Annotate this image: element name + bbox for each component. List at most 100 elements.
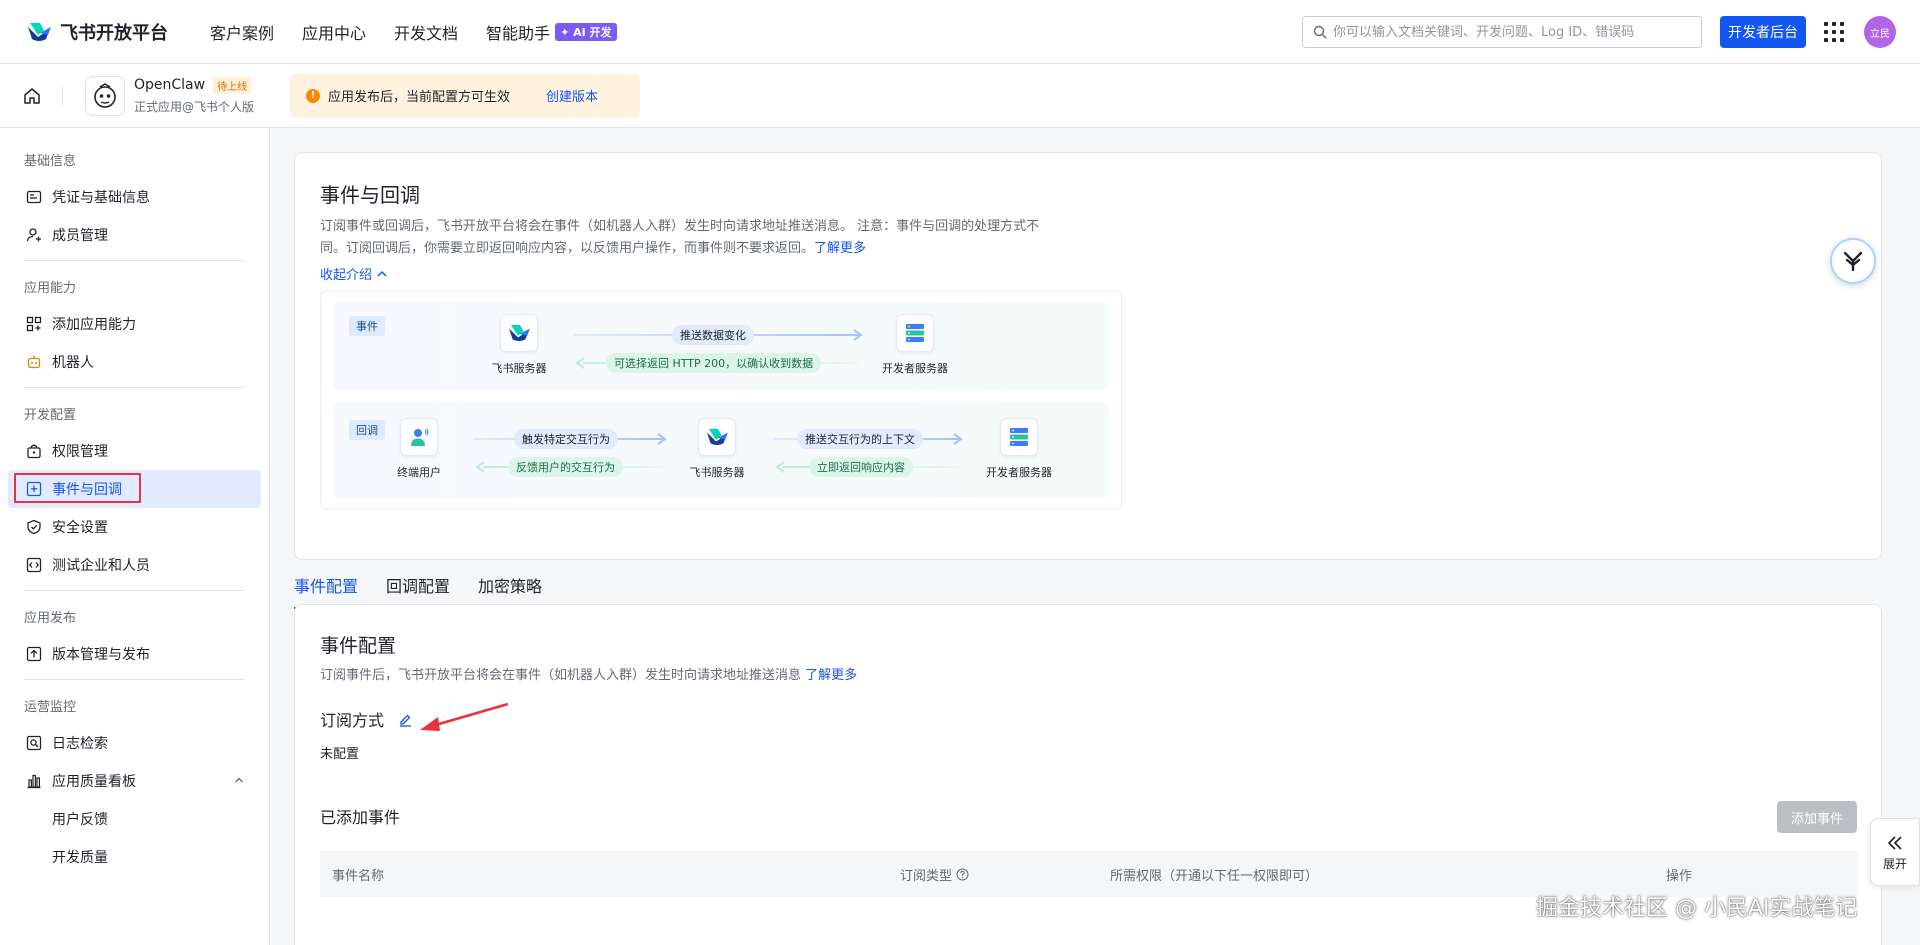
annotation-arrow-icon: [420, 702, 509, 731]
column-header: 事件名称: [332, 868, 385, 884]
create-version-link[interactable]: 创建版本: [546, 86, 598, 105]
sidebar-item-label: 权限管理: [52, 444, 108, 460]
event-callback-diagram: 事件 飞书服务器 推送数据变化 可选择返回 HTTP 200，以确认收到数据 开…: [320, 291, 1122, 509]
sidebar-item-label: 应用质量看板: [52, 774, 136, 790]
user-avatar[interactable]: 立民: [1864, 16, 1896, 48]
sidebar-item-label: 测试企业和人员: [52, 558, 150, 574]
help-icon[interactable]: [956, 868, 969, 881]
home-icon[interactable]: [22, 86, 42, 106]
warning-icon: !: [306, 88, 321, 103]
double-chevron-left-icon: [1887, 835, 1902, 850]
publish-notice: ! 应用发布后，当前配置方可生效 创建版本: [290, 73, 641, 118]
server-icon: [906, 324, 924, 342]
node-label: 开发者服务器: [986, 466, 1052, 479]
arrow-head-icon: [575, 357, 585, 369]
ai-assistant-float-button[interactable]: [1830, 238, 1876, 284]
learn-more-link[interactable]: 了解更多: [805, 668, 857, 683]
developer-server-node: 开发者服务器: [969, 418, 1069, 480]
apps-grid-icon[interactable]: [1824, 22, 1844, 42]
apps-add-icon: [26, 316, 42, 332]
feishu-logo-icon: [707, 428, 728, 446]
nav-app-center[interactable]: 应用中心: [302, 20, 366, 44]
nav-cases[interactable]: 客户案例: [210, 20, 274, 44]
arrow-head-icon: [657, 433, 667, 445]
notice-text: 应用发布后，当前配置方可生效: [328, 90, 511, 105]
sidebar-item-dev-quality[interactable]: 开发质量: [0, 838, 269, 876]
app-info: OpenClaw 待上线 正式应用@飞书个人版: [134, 76, 255, 115]
node-label: 飞书服务器: [689, 466, 745, 479]
arrow-head-icon: [953, 433, 963, 445]
sidebar-item-security[interactable]: 安全设置: [0, 508, 269, 546]
brand[interactable]: 飞书开放平台: [26, 19, 168, 45]
sidebar: 基础信息 凭证与基础信息 成员管理 应用能力 添加应用能力 机器人 开发配置 权…: [0, 128, 270, 945]
feishu-logo-icon: [509, 324, 530, 342]
nav-assistant-label: 智能助手: [486, 23, 551, 43]
status-badge: 待上线: [213, 76, 252, 94]
top-nav: 飞书开放平台 客户案例 应用中心 开发文档 智能助手✦ AI 开发 开发者后台 …: [0, 0, 1920, 64]
app-subtitle: 正式应用@飞书个人版: [134, 99, 255, 114]
sidebar-item-feedback[interactable]: 用户反馈: [0, 800, 269, 838]
app-name: OpenClaw: [134, 77, 206, 93]
app-avatar: [85, 75, 125, 116]
flow-label: 反馈用户的交互行为: [508, 457, 623, 477]
sidebar-item-version[interactable]: 版本管理与发布: [0, 635, 269, 673]
add-event-button[interactable]: 添加事件: [1777, 801, 1857, 833]
sidebar-item-label: 日志检索: [52, 736, 108, 752]
collapse-intro-toggle[interactable]: 收起介绍: [320, 264, 1039, 283]
user-icon: [411, 428, 429, 446]
sidebar-item-credentials[interactable]: 凭证与基础信息: [0, 178, 269, 216]
watermark: 掘金技术社区 @ 小民AI实战笔记: [1536, 896, 1858, 921]
subscription-status: 未配置: [320, 747, 360, 762]
column-header-sub-type: 订阅类型: [900, 865, 969, 884]
robot-icon: [26, 354, 42, 370]
log-search-icon: [26, 735, 42, 751]
chevron-up-icon[interactable]: [233, 774, 245, 786]
collapse-label: 收起介绍: [320, 268, 373, 283]
edit-icon[interactable]: [398, 712, 413, 727]
sidebar-item-label: 安全设置: [52, 520, 108, 536]
shield-check-icon: [26, 519, 42, 535]
subscription-method-label: 订阅方式: [320, 711, 385, 730]
sidebar-item-add-ability[interactable]: 添加应用能力: [0, 305, 269, 343]
end-user-node: 终端用户: [369, 418, 469, 480]
sidebar-item-members[interactable]: 成员管理: [0, 216, 269, 254]
annotation-highlight-box: [14, 473, 141, 503]
sidebar-divider: [24, 679, 245, 680]
flow-label: 推送数据变化: [672, 325, 754, 345]
ai-badge: ✦ AI 开发: [555, 22, 617, 41]
feishu-server-node: 飞书服务器: [667, 418, 767, 480]
sidebar-item-label: 机器人: [52, 355, 94, 371]
nav-assistant[interactable]: 智能助手 ✦ AI 开发: [486, 20, 617, 44]
sidebar-divider: [24, 260, 245, 261]
column-header: 操作: [1666, 868, 1693, 884]
sidebar-item-label: 添加应用能力: [52, 317, 136, 333]
sidebar-item-quality[interactable]: 应用质量看板: [0, 762, 269, 800]
flow-label: 可选择返回 HTTP 200，以确认收到数据: [606, 353, 822, 373]
column-header: 所需权限（开通以下任一权限即可）: [1110, 868, 1319, 884]
lock-box-icon: [26, 443, 42, 459]
node-label: 终端用户: [397, 466, 441, 479]
section-title: 事件配置: [320, 635, 397, 657]
node-label: 飞书服务器: [491, 362, 547, 375]
app-robot-icon: [94, 82, 116, 108]
intro-desc-line2: 同。订阅回调后，你需要立即返回响应内容，以反馈用户操作，而事件则不要求返回。: [320, 241, 815, 256]
nav-docs[interactable]: 开发文档: [394, 20, 458, 44]
expand-label: 展开: [1882, 856, 1907, 871]
assistant-logo-icon: [1843, 251, 1863, 272]
sidebar-item-test-org[interactable]: 测试企业和人员: [0, 546, 269, 584]
sidebar-group-ops: 运营监控: [24, 699, 77, 715]
developer-console-button[interactable]: 开发者后台: [1720, 16, 1806, 48]
sidebar-item-logs[interactable]: 日志检索: [0, 724, 269, 762]
sidebar-group-ability: 应用能力: [24, 280, 77, 296]
sidebar-item-events[interactable]: 事件与回调: [8, 470, 261, 508]
sidebar-item-bot[interactable]: 机器人: [0, 343, 269, 381]
learn-more-link[interactable]: 了解更多: [814, 241, 866, 256]
sidebar-item-permissions[interactable]: 权限管理: [0, 432, 269, 470]
search-input[interactable]: [1333, 24, 1683, 40]
sidebar-item-label: 成员管理: [52, 228, 108, 244]
intro-desc-line1: 订阅事件或回调后，飞书开放平台将会在事件（如机器人入群）发生时向请求地址推送消息…: [320, 219, 1040, 234]
sidebar-group-dev: 开发配置: [24, 407, 77, 423]
divider: [62, 86, 63, 105]
expand-panel-button[interactable]: 展开: [1870, 818, 1920, 886]
search-box[interactable]: [1302, 16, 1702, 48]
